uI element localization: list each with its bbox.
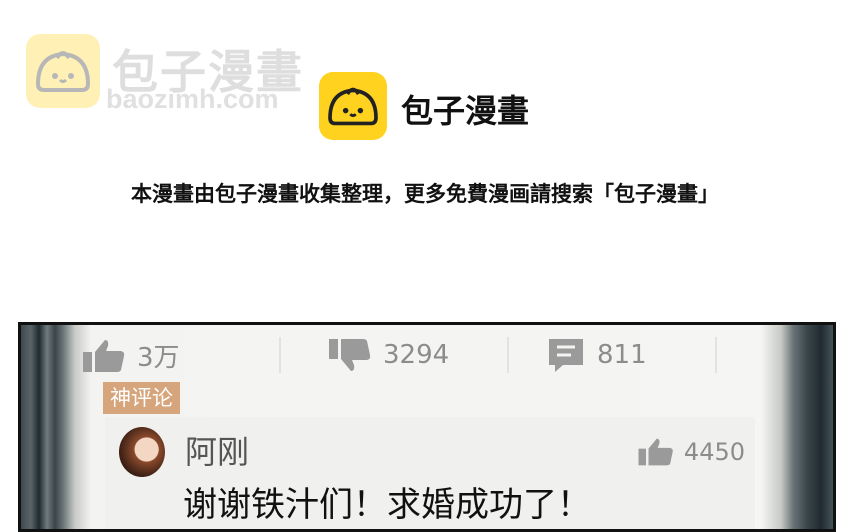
comment-count: 811 (597, 340, 647, 370)
comic-panel: 3万 3294 811 神评论 阿刚 4450 谢谢铁汁们！求婚成功了！ (18, 322, 836, 532)
comment-stat: 811 (547, 337, 647, 373)
hot-comment-tag: 神评论 (103, 382, 180, 414)
comment-text: 谢谢铁汁们！求婚成功了！ (183, 485, 591, 525)
avatar (119, 427, 165, 477)
dislike-stat: 3294 (327, 337, 449, 373)
divider (715, 337, 717, 373)
thumbs-up-icon (638, 438, 673, 466)
like-count: 3万 (137, 343, 180, 373)
comment-author: 阿刚 (185, 433, 250, 471)
brand-name: 包子漫畫 (401, 92, 530, 130)
comment-icon (549, 339, 583, 372)
comment-like-count: 4450 (683, 438, 745, 466)
comment-card: 阿刚 4450 谢谢铁汁们！求婚成功了！ (105, 417, 755, 529)
comment-like: 4450 (636, 437, 745, 467)
thumbs-up-icon (83, 339, 125, 372)
divider (507, 337, 509, 373)
baozi-logo-icon (319, 72, 387, 140)
source-notice: 本漫畫由包子漫畫收集整理，更多免費漫画請搜索「包子漫畫」 (131, 182, 719, 206)
thumbs-down-icon (329, 339, 371, 371)
stats-bar: 3万 3294 811 (81, 325, 771, 385)
divider (279, 337, 281, 373)
watermark-url: baozimh.com (106, 84, 279, 114)
like-stat: 3万 (81, 337, 180, 374)
dislike-count: 3294 (383, 340, 450, 370)
baozi-logo-icon (26, 34, 100, 108)
